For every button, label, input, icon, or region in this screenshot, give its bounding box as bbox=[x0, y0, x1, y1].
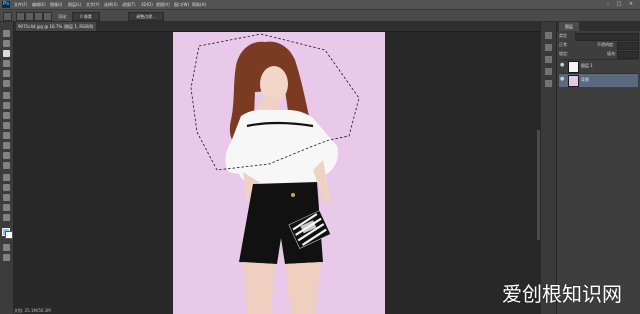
history-brush-tool-icon[interactable] bbox=[3, 122, 10, 129]
feather-input[interactable]: 0 像素 bbox=[72, 12, 100, 21]
layer-name: 背景 bbox=[581, 77, 589, 82]
feather-label: 羽化: bbox=[58, 14, 68, 19]
vertical-scrollbar[interactable] bbox=[537, 130, 540, 240]
menu-filter[interactable]: 滤镜(T) bbox=[122, 1, 136, 8]
eyedropper-tool-icon[interactable] bbox=[3, 80, 10, 87]
fill-label: 填充: bbox=[607, 51, 617, 56]
lasso-tool-icon[interactable] bbox=[3, 50, 10, 57]
menu-image[interactable]: 图像(I) bbox=[50, 1, 62, 8]
layer-filter-icons[interactable] bbox=[575, 33, 639, 41]
adjustments-panel-icon[interactable] bbox=[545, 56, 552, 63]
layer-row[interactable]: ● 图层 1 bbox=[559, 59, 638, 73]
menu-select[interactable]: 选择(S) bbox=[104, 1, 118, 8]
blur-tool-icon[interactable] bbox=[3, 152, 10, 159]
options-bar: 羽化: 0 像素 调整边缘... bbox=[0, 10, 640, 22]
path-selection-tool-icon[interactable] bbox=[3, 194, 10, 201]
menu-type[interactable]: 文字(Y) bbox=[86, 1, 100, 8]
menu-help[interactable]: 帮助(H) bbox=[192, 1, 206, 8]
close-icon[interactable]: × bbox=[627, 1, 635, 8]
menu-window[interactable]: 窗口(W) bbox=[174, 1, 189, 8]
properties-panel-icon[interactable] bbox=[545, 44, 552, 51]
paragraph-panel-icon[interactable] bbox=[545, 80, 552, 87]
marquee-tool-icon[interactable] bbox=[3, 40, 10, 47]
hand-tool-icon[interactable] bbox=[3, 214, 10, 221]
crop-tool-icon[interactable] bbox=[3, 70, 10, 77]
tools-panel bbox=[0, 22, 14, 314]
history-panel-icon[interactable] bbox=[545, 32, 552, 39]
quick-selection-tool-icon[interactable] bbox=[3, 60, 10, 67]
refine-edge-button[interactable]: 调整边缘... bbox=[128, 12, 164, 21]
layer-row-selected[interactable]: ● 背景 bbox=[559, 73, 638, 87]
menu-3d[interactable]: 3D(D) bbox=[141, 1, 153, 8]
eraser-tool-icon[interactable] bbox=[3, 132, 10, 139]
menu-view[interactable]: 视图(V) bbox=[156, 1, 170, 8]
blend-mode-select[interactable]: 正常 bbox=[559, 42, 567, 47]
opacity-label: 不透明度: bbox=[597, 42, 615, 47]
gradient-tool-icon[interactable] bbox=[3, 142, 10, 149]
background-color-swatch[interactable] bbox=[5, 231, 13, 239]
lock-label: 锁定: bbox=[559, 51, 569, 56]
document-image[interactable] bbox=[173, 32, 385, 314]
dodge-tool-icon[interactable] bbox=[3, 162, 10, 169]
photoshop-logo: Ps bbox=[2, 1, 10, 8]
tab-layers[interactable]: 图层 bbox=[559, 22, 579, 31]
character-panel-icon[interactable] bbox=[545, 68, 552, 75]
shape-tool-icon[interactable] bbox=[3, 204, 10, 211]
document-tab[interactable]: 9071c4d.jpg @ 16.7% (图层 1, RGB/8) bbox=[16, 22, 96, 31]
new-selection-icon[interactable] bbox=[16, 12, 25, 21]
quick-mask-icon[interactable] bbox=[3, 244, 10, 251]
type-tool-icon[interactable] bbox=[3, 184, 10, 191]
brush-tool-icon[interactable] bbox=[3, 102, 10, 109]
maximize-icon[interactable]: □ bbox=[615, 1, 623, 8]
layer-thumbnail bbox=[568, 75, 579, 87]
move-tool-icon[interactable] bbox=[3, 30, 10, 37]
panel-dock-strip bbox=[541, 22, 557, 314]
watermark-text: 爱创根知识网 bbox=[502, 282, 622, 306]
kind-label[interactable]: 类型 bbox=[559, 33, 567, 38]
eye-icon[interactable]: ● bbox=[560, 77, 565, 82]
menu-file[interactable]: 文件(F) bbox=[14, 1, 27, 8]
menu-edit[interactable]: 编辑(E) bbox=[32, 1, 46, 8]
screen-mode-icon[interactable] bbox=[3, 254, 10, 261]
opacity-input[interactable] bbox=[617, 42, 639, 50]
document-status: 文档: 25.1M/50.3M bbox=[14, 308, 51, 313]
clone-stamp-tool-icon[interactable] bbox=[3, 112, 10, 119]
add-selection-icon[interactable] bbox=[25, 12, 34, 21]
subtract-selection-icon[interactable] bbox=[34, 12, 43, 21]
intersect-selection-icon[interactable] bbox=[43, 12, 52, 21]
healing-brush-tool-icon[interactable] bbox=[3, 92, 10, 99]
minimize-icon[interactable]: – bbox=[604, 1, 612, 8]
lasso-tool-preset-icon[interactable] bbox=[3, 12, 12, 21]
menu-bar: Ps 文件(F) 编辑(E) 图像(I) 图层(L) 文字(Y) 选择(S) 滤… bbox=[0, 0, 640, 10]
eye-icon[interactable]: ● bbox=[560, 63, 565, 68]
layer-name: 图层 1 bbox=[581, 63, 593, 68]
model-photo bbox=[173, 32, 385, 314]
pen-tool-icon[interactable] bbox=[3, 174, 10, 181]
layer-thumbnail bbox=[568, 61, 579, 73]
menu-layer[interactable]: 图层(L) bbox=[68, 1, 81, 8]
fill-input[interactable] bbox=[617, 51, 639, 59]
